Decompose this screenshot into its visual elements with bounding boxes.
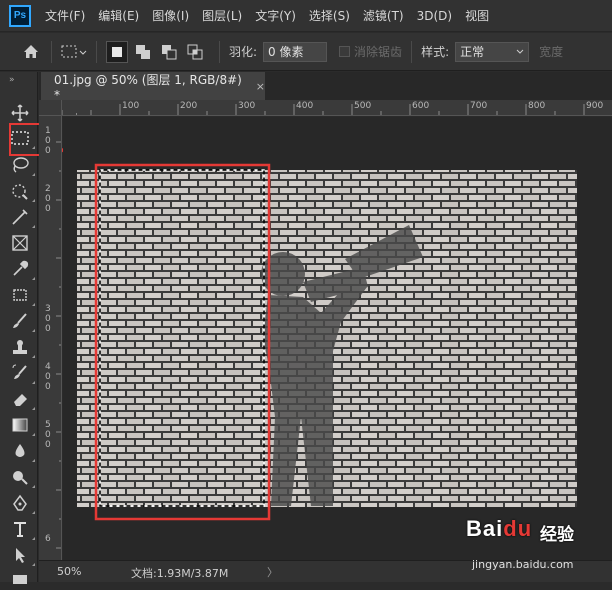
- zoom-level[interactable]: 50%: [57, 565, 81, 578]
- baidu-watermark: Baidu 经验 jingyan.baidu.com: [466, 516, 612, 580]
- marquee-preset-icon[interactable]: [61, 44, 87, 60]
- options-bar: 羽化: 0 像素 消除锯齿 样式: 正常 宽度: [0, 33, 612, 71]
- add-selection-button[interactable]: [132, 41, 154, 63]
- frame-tool-icon[interactable]: [9, 232, 31, 254]
- watermark-brand-cn: 经验: [540, 525, 574, 545]
- watermark-brand: Baidu: [466, 516, 533, 541]
- document-image[interactable]: [63, 117, 612, 560]
- crop-tool-icon[interactable]: [9, 206, 35, 228]
- menu-filter[interactable]: 滤镜(T): [363, 7, 404, 24]
- separator: [51, 40, 52, 63]
- ruler-tick-label: 400: [296, 101, 314, 111]
- menu-bar: Ps 文件(F) 编辑(E) 图像(I) 图层(L) 文字(Y) 选择(S) 滤…: [0, 0, 612, 32]
- move-tool-icon[interactable]: [9, 102, 31, 124]
- feather-input[interactable]: 0 像素: [263, 41, 328, 62]
- history-brush-tool-icon[interactable]: [9, 362, 35, 384]
- watermark-url: jingyan.baidu.com: [472, 558, 574, 571]
- photoshop-logo: Ps: [9, 4, 31, 27]
- ruler-tick-label: 1: [45, 126, 51, 136]
- feather-label: 羽化:: [229, 45, 258, 59]
- menu-select[interactable]: 选择(S): [309, 7, 350, 24]
- ruler-tick-label: 0: [45, 194, 51, 204]
- separator: [411, 40, 413, 63]
- ruler-tick-label: 0: [45, 440, 51, 450]
- menu-view[interactable]: 视图: [465, 7, 489, 24]
- shape-tool-icon[interactable]: [9, 568, 31, 590]
- ruler-tick-label: 4: [45, 362, 51, 372]
- brush-tool-icon[interactable]: [9, 310, 35, 332]
- lasso-tool-icon[interactable]: [9, 154, 35, 176]
- document-tab[interactable]: 01.jpg @ 50% (图层 1, RGB/8#) * ×: [41, 72, 265, 102]
- path-selection-tool-icon[interactable]: [9, 544, 35, 566]
- menu-3d[interactable]: 3D(D): [417, 9, 452, 23]
- ruler-tick-label: 700: [470, 101, 488, 111]
- eraser-tool-icon[interactable]: [9, 388, 35, 410]
- intersect-selection-button[interactable]: [184, 41, 206, 63]
- healing-brush-tool-icon[interactable]: [9, 284, 35, 306]
- chevron-right-icon[interactable]: 〉: [267, 564, 278, 580]
- chevron-down-icon: [516, 49, 524, 54]
- ruler-tick-label: 0: [45, 382, 51, 392]
- dodge-tool-icon[interactable]: [9, 466, 35, 488]
- document-tab-title: 01.jpg @ 50% (图层 1, RGB/8#) *: [54, 72, 242, 102]
- ruler-tick-label: 600: [412, 101, 430, 111]
- ruler-corner: [39, 100, 62, 116]
- ruler-tick-label: 500: [354, 101, 372, 111]
- separator: [219, 40, 220, 63]
- ruler-tick-label: 0: [45, 324, 51, 334]
- horizontal-ruler[interactable]: 100 200 300 400 500 600 700 800 900: [62, 100, 612, 116]
- collapse-icon[interactable]: »: [9, 75, 14, 85]
- blur-tool-icon[interactable]: [9, 440, 35, 462]
- style-value: 正常: [460, 45, 485, 59]
- menu-type[interactable]: 文字(Y): [255, 7, 296, 24]
- gradient-tool-icon[interactable]: [9, 414, 35, 436]
- ruler-tick-label: 0: [45, 146, 51, 156]
- close-icon[interactable]: ×: [256, 80, 265, 93]
- menu-layer[interactable]: 图层(L): [202, 7, 242, 24]
- vertical-ruler[interactable]: 1 0 0 2 0 0 3 0 0 4 0 0 5 0 0 6: [39, 116, 62, 560]
- antialias-label: 消除锯齿: [354, 45, 403, 59]
- pen-tool-icon[interactable]: [9, 492, 35, 514]
- subtract-selection-button[interactable]: [158, 41, 180, 63]
- quick-selection-tool-icon[interactable]: [9, 180, 35, 202]
- style-label: 样式:: [421, 45, 450, 59]
- separator: [96, 40, 97, 63]
- clone-stamp-tool-icon[interactable]: [9, 336, 35, 358]
- ruler-tick-label: 0: [45, 314, 51, 324]
- width-label: 宽度: [539, 45, 564, 59]
- antialias-checkbox[interactable]: [339, 46, 351, 57]
- ruler-tick-label: 0: [45, 204, 51, 214]
- ruler-tick-label: 800: [528, 101, 546, 111]
- canvas-area[interactable]: [63, 117, 612, 560]
- ruler-tick-label: 900: [586, 101, 604, 111]
- type-tool-icon[interactable]: [9, 518, 35, 540]
- ruler-tick-label: 0: [45, 136, 51, 146]
- style-select[interactable]: 正常: [455, 41, 530, 62]
- ruler-tick-label: 300: [238, 101, 256, 111]
- ruler-tick-label: 0: [45, 372, 51, 382]
- document-size: 文档:1.93M/3.87M: [131, 567, 229, 580]
- ruler-tick-label: 2: [45, 184, 51, 194]
- new-selection-button[interactable]: [106, 40, 128, 63]
- ruler-tick-label: 0: [45, 430, 51, 440]
- menu-image[interactable]: 图像(I): [152, 7, 189, 24]
- ruler-tick-label: 200: [180, 101, 198, 111]
- document-tab-bar: 01.jpg @ 50% (图层 1, RGB/8#) * ×: [39, 72, 612, 102]
- menu-file[interactable]: 文件(F): [45, 7, 85, 24]
- eyedropper-tool-icon[interactable]: [9, 258, 35, 280]
- home-icon[interactable]: [20, 41, 42, 63]
- ruler-tick-label: 5: [45, 420, 51, 430]
- menu-edit[interactable]: 编辑(E): [98, 7, 139, 24]
- ruler-tick-label: 100: [122, 101, 140, 111]
- ruler-tick-label: 3: [45, 304, 51, 314]
- ruler-tick-label: 6: [45, 534, 51, 544]
